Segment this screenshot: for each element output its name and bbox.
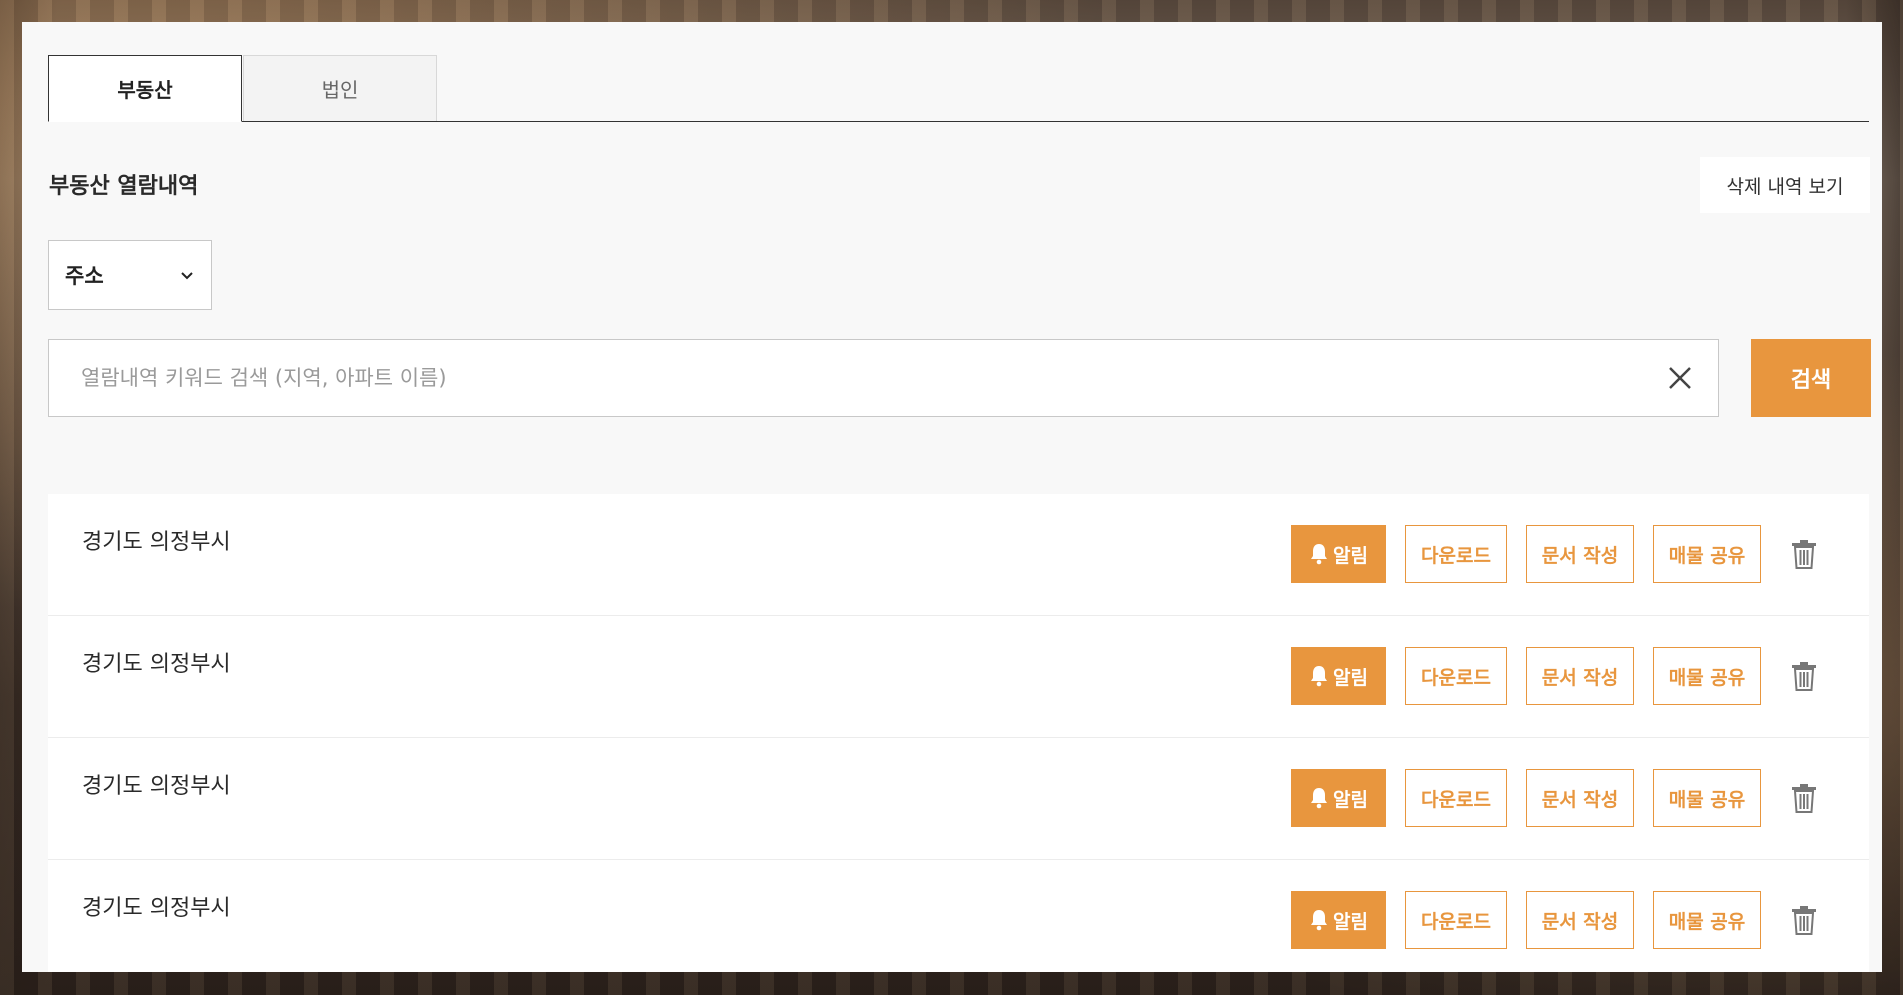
record-title: 경기도 의정부시 [82,652,231,677]
alarm-label: 알림 [1333,788,1368,811]
alarm-button[interactable]: 알림 [1291,769,1386,827]
trash-icon[interactable] [1791,661,1817,691]
tab-bar: 부동산 법인 [48,55,1869,122]
alarm-label: 알림 [1333,544,1368,567]
bell-icon [1311,666,1328,687]
write-document-button[interactable]: 문서 작성 [1526,769,1634,827]
share-listing-button[interactable]: 매물 공유 [1653,647,1761,705]
record-title: 경기도 의정부시 [82,896,231,921]
record-actions: 알림 다운로드 문서 작성 매물 공유 [1291,769,1817,827]
record-title: 경기도 의정부시 [82,530,231,555]
filter-select[interactable]: 주소 [48,240,212,310]
record-actions: 알림 다운로드 문서 작성 매물 공유 [1291,647,1817,705]
record-list: 경기도 의정부시 알림 다운로드 문서 작성 매물 공유 경기도 의정부시 알림… [48,494,1869,972]
alarm-button[interactable]: 알림 [1291,647,1386,705]
trash-icon[interactable] [1791,783,1817,813]
chevron-down-icon [181,272,193,280]
close-icon[interactable] [1664,362,1696,394]
alarm-button[interactable]: 알림 [1291,891,1386,949]
record-title: 경기도 의정부시 [82,774,231,799]
list-item: 경기도 의정부시 알림 다운로드 문서 작성 매물 공유 [48,494,1869,616]
trash-icon[interactable] [1791,539,1817,569]
share-listing-button[interactable]: 매물 공유 [1653,525,1761,583]
share-listing-button[interactable]: 매물 공유 [1653,769,1761,827]
record-actions: 알림 다운로드 문서 작성 매물 공유 [1291,525,1817,583]
list-item: 경기도 의정부시 알림 다운로드 문서 작성 매물 공유 [48,860,1869,972]
share-listing-button[interactable]: 매물 공유 [1653,891,1761,949]
write-document-button[interactable]: 문서 작성 [1526,891,1634,949]
write-document-button[interactable]: 문서 작성 [1526,647,1634,705]
download-button[interactable]: 다운로드 [1405,525,1507,583]
bell-icon [1311,544,1328,565]
list-item: 경기도 의정부시 알림 다운로드 문서 작성 매물 공유 [48,616,1869,738]
alarm-label: 알림 [1333,666,1368,689]
tab-real-estate[interactable]: 부동산 [48,55,242,122]
trash-icon[interactable] [1791,905,1817,935]
write-document-button[interactable]: 문서 작성 [1526,525,1634,583]
page-title: 부동산 열람내역 [49,174,199,199]
alarm-button[interactable]: 알림 [1291,525,1386,583]
main-panel: 부동산 법인 부동산 열람내역 삭제 내역 보기 주소 검색 경기도 의정부시 [22,22,1882,972]
search-box [48,339,1719,417]
record-actions: 알림 다운로드 문서 작성 매물 공유 [1291,891,1817,949]
filter-select-value: 주소 [65,264,104,288]
search-input[interactable] [49,340,1629,416]
download-button[interactable]: 다운로드 [1405,647,1507,705]
bell-icon [1311,788,1328,809]
download-button[interactable]: 다운로드 [1405,891,1507,949]
bell-icon [1311,910,1328,931]
view-deleted-button[interactable]: 삭제 내역 보기 [1700,157,1870,213]
tab-corporation[interactable]: 법인 [243,55,437,121]
search-button[interactable]: 검색 [1751,339,1871,417]
list-item: 경기도 의정부시 알림 다운로드 문서 작성 매물 공유 [48,738,1869,860]
download-button[interactable]: 다운로드 [1405,769,1507,827]
alarm-label: 알림 [1333,910,1368,933]
